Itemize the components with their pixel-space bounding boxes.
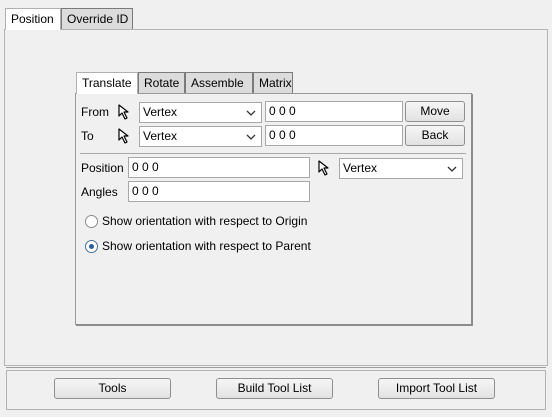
import-tool-list-button[interactable]: Import Tool List xyxy=(378,378,495,399)
orientation-parent-radio[interactable] xyxy=(85,240,98,253)
tab-position[interactable]: Position xyxy=(5,8,61,30)
orientation-parent-label[interactable]: Show orientation with respect to Parent xyxy=(102,236,311,256)
position-input[interactable]: 0 0 0 xyxy=(128,157,310,178)
chevron-down-icon xyxy=(245,127,257,146)
tab-translate-label: Translate xyxy=(82,76,132,90)
back-button[interactable]: Back xyxy=(405,125,465,146)
tools-button[interactable]: Tools xyxy=(54,378,171,399)
orientation-origin-radio[interactable] xyxy=(85,215,98,228)
tab-translate[interactable]: Translate xyxy=(76,72,138,94)
angles-value: 0 0 0 xyxy=(132,184,159,198)
move-button-label: Move xyxy=(420,104,450,118)
tab-override-id[interactable]: Override ID xyxy=(61,8,133,30)
tools-button-label: Tools xyxy=(98,381,127,395)
to-coordinates-input[interactable]: 0 0 0 xyxy=(265,125,403,146)
angles-input[interactable]: 0 0 0 xyxy=(128,181,310,202)
back-button-label: Back xyxy=(421,128,449,142)
pick-cursor-icon[interactable] xyxy=(116,103,134,121)
tab-matrix-label: Matrix xyxy=(259,76,292,90)
position-mode-select[interactable]: Vertex xyxy=(339,158,463,179)
import-tool-list-label: Import Tool List xyxy=(395,381,478,395)
panel-shadow-right xyxy=(471,94,473,326)
tab-assemble-label: Assemble xyxy=(191,76,244,90)
footer-divider xyxy=(6,367,546,368)
build-tool-list-label: Build Tool List xyxy=(237,381,312,395)
chevron-down-icon xyxy=(245,103,257,122)
radio-selected-dot xyxy=(89,244,94,249)
from-coordinates-value: 0 0 0 xyxy=(269,104,296,118)
tab-rotate-label: Rotate xyxy=(144,76,180,90)
from-coordinates-input[interactable]: 0 0 0 xyxy=(265,101,403,122)
position-label: Position xyxy=(81,161,124,175)
pick-cursor-icon[interactable] xyxy=(116,127,134,145)
move-button[interactable]: Move xyxy=(405,101,465,122)
chevron-down-icon xyxy=(446,159,458,178)
from-mode-select[interactable]: Vertex xyxy=(139,102,262,123)
tab-matrix[interactable]: Matrix xyxy=(253,72,293,94)
divider xyxy=(80,153,466,154)
position-value: 0 0 0 xyxy=(132,160,159,174)
angles-label: Angles xyxy=(81,185,118,199)
tab-position-label: Position xyxy=(11,12,54,26)
pick-cursor-icon[interactable] xyxy=(316,159,334,177)
to-mode-value: Vertex xyxy=(143,129,178,143)
to-label: To xyxy=(81,129,94,143)
to-coordinates-value: 0 0 0 xyxy=(269,128,296,142)
build-tool-list-button[interactable]: Build Tool List xyxy=(216,378,333,399)
from-mode-value: Vertex xyxy=(143,105,178,119)
to-mode-select[interactable]: Vertex xyxy=(139,126,262,147)
panel-shadow-bottom xyxy=(76,324,473,326)
from-label: From xyxy=(81,105,109,119)
tab-override-id-label: Override ID xyxy=(67,12,129,26)
orientation-origin-label[interactable]: Show orientation with respect to Origin xyxy=(102,211,307,231)
tab-assemble[interactable]: Assemble xyxy=(185,72,253,94)
position-mode-value: Vertex xyxy=(343,161,378,175)
tab-rotate[interactable]: Rotate xyxy=(138,72,185,94)
